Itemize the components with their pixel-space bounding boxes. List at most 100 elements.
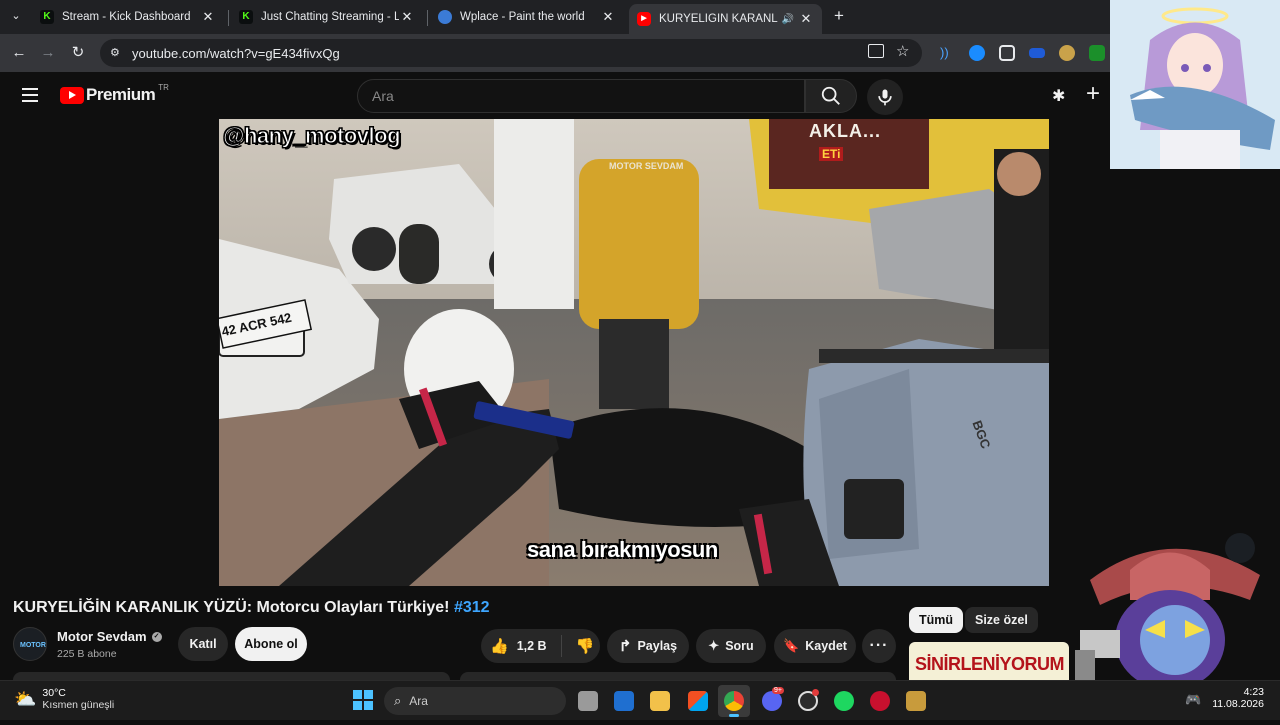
forward-button[interactable]: →: [37, 42, 59, 64]
clock-date: 11.08.2026: [1212, 698, 1264, 710]
tab-kick-dashboard[interactable]: K Stream - Kick Dashboard ✕: [32, 4, 224, 30]
picture-in-picture-extension-icon[interactable]: [999, 45, 1015, 61]
video-frame: [219, 119, 1049, 586]
clock-time: 4:23: [1243, 686, 1264, 698]
subscribe-button[interactable]: Abone ol: [235, 627, 307, 661]
tab-wplace[interactable]: Wplace - Paint the world ✕: [430, 4, 624, 30]
video-title-text: KURYELİĞİN KARANLIK YÜZÜ: Motorcu Olayla…: [13, 599, 454, 616]
weather-description: Kısmen güneşli: [42, 699, 115, 711]
like-dislike-group: 👍 1,2 B 👎: [481, 629, 600, 663]
verified-icon: ✓: [151, 631, 162, 642]
league-client-icon[interactable]: [906, 691, 926, 711]
obs-live-dot: [812, 689, 819, 696]
more-actions-button[interactable]: ···: [862, 629, 896, 663]
weather-temperature: 30°C: [42, 687, 66, 699]
discord-icon[interactable]: [762, 691, 782, 711]
thumbs-up-icon: 👍: [490, 638, 509, 655]
close-icon[interactable]: ✕: [798, 11, 814, 27]
back-button[interactable]: ←: [8, 42, 30, 64]
search-button[interactable]: [805, 79, 857, 113]
tab-divider: [427, 10, 428, 26]
ask-label: Soru: [725, 639, 754, 653]
logo-text: Premium: [86, 85, 156, 104]
windows-taskbar: ⛅ 30°C Kısmen güneşli ⌕ Ara 9+ 🎮 4:23 11…: [0, 680, 1280, 720]
channel-logo-small: [1225, 533, 1255, 563]
chrome-active-indicator: [729, 714, 739, 717]
logo-region: TR: [158, 82, 169, 92]
owl-extension-icon[interactable]: [1059, 45, 1075, 61]
channel-name[interactable]: Motor Sevdam ✓: [57, 629, 162, 644]
new-tab-button[interactable]: +: [830, 6, 848, 26]
globe-icon: [438, 10, 452, 24]
like-divider: [560, 635, 562, 657]
tray-icon[interactable]: 🎮: [1185, 692, 1201, 708]
microsoft-store-icon[interactable]: [688, 691, 708, 711]
kick-icon: K: [40, 10, 54, 24]
share-label: Paylaş: [637, 639, 678, 653]
youtube-header: Premium TR Ara ✱ +: [0, 72, 1110, 120]
tab-kick-live[interactable]: K Just Chatting Streaming - Live S ✕: [231, 4, 423, 30]
close-icon[interactable]: ✕: [200, 9, 216, 25]
thumbnail-text: SİNİRLENİYORUM BA: [915, 654, 1069, 674]
video-subtitle: sana bırakmıyosun: [527, 537, 718, 562]
url-text: youtube.com/watch?v=gE434fivxQg: [132, 45, 340, 61]
microphone-icon: [878, 89, 892, 106]
tab-title: Wplace - Paint the world: [460, 11, 585, 23]
channel-avatar[interactable]: MOTOR: [13, 627, 47, 661]
bookmark-icon: 🔖: [783, 638, 800, 653]
close-icon[interactable]: ✕: [600, 9, 616, 25]
task-view-icon[interactable]: [578, 691, 598, 711]
spotify-icon[interactable]: [834, 691, 854, 711]
join-button[interactable]: Katıl: [178, 627, 228, 661]
weather-widget[interactable]: ⛅ 30°C Kısmen güneşli: [14, 687, 114, 711]
install-app-icon[interactable]: [868, 44, 884, 58]
partly-sunny-icon: ⛅: [14, 688, 37, 709]
subscriber-count: 225 B abone: [57, 648, 117, 660]
search-input[interactable]: Ara: [357, 79, 805, 113]
chrome-icon: [724, 691, 744, 711]
share-button[interactable]: ↱ Paylaş: [607, 629, 689, 663]
like-count: 1,2 B: [516, 639, 547, 653]
channel-name-text: Motor Sevdam: [57, 629, 147, 644]
streamlabs-icon[interactable]: [870, 691, 890, 711]
file-explorer-icon[interactable]: [650, 691, 670, 711]
tab-youtube[interactable]: ▶ KURYELİĞİN KARANLIK YÜZ 🔊 ✕: [629, 4, 822, 34]
comments-box[interactable]: [460, 672, 896, 680]
save-button[interactable]: 🔖 Kaydet: [774, 629, 856, 663]
tab-divider: [228, 10, 229, 26]
thumbs-down-icon: 👎: [575, 638, 595, 655]
reload-button[interactable]: ↻: [67, 42, 89, 64]
like-button[interactable]: 👍 1,2 B: [481, 637, 547, 655]
close-icon[interactable]: ✕: [399, 9, 415, 25]
sponsorblock-extension-icon[interactable]: [1029, 48, 1045, 58]
7tv-extension-icon[interactable]: [1089, 45, 1105, 61]
tab-search-icon[interactable]: ⌄: [8, 9, 24, 25]
outlook-icon[interactable]: [614, 691, 634, 711]
ask-button[interactable]: ✦ Soru: [696, 629, 766, 663]
voice-search-button[interactable]: [867, 79, 903, 115]
start-button[interactable]: [353, 690, 373, 710]
discord-badge: 9+: [772, 687, 784, 694]
search-icon: [821, 86, 840, 105]
recommended-thumbnail[interactable]: SİNİRLENİYORUM BA: [909, 642, 1069, 680]
bookmark-star-icon[interactable]: ☆: [896, 42, 909, 60]
taskbar-search[interactable]: ⌕ Ara: [384, 687, 566, 715]
site-info-icon[interactable]: ⚙: [110, 46, 120, 59]
chrome-taskbar-button[interactable]: [718, 685, 750, 717]
shazam-extension-icon[interactable]: [969, 45, 985, 61]
youtube-logo[interactable]: Premium TR: [60, 82, 169, 105]
hashtag-link[interactable]: #312: [454, 599, 490, 616]
hamburger-menu-icon[interactable]: [22, 88, 38, 102]
read-aloud-extension-icon[interactable]: )): [940, 45, 956, 61]
address-bar[interactable]: ⚙ youtube.com/watch?v=gE434fivxQg ☆: [100, 39, 922, 67]
description-box[interactable]: [13, 672, 450, 680]
speaker-icon[interactable]: 🔊: [782, 14, 794, 25]
dislike-button[interactable]: 👎: [576, 637, 595, 655]
plus-icon[interactable]: +: [1086, 81, 1108, 107]
chip-all[interactable]: Tümü: [909, 607, 964, 633]
system-clock[interactable]: 4:23 11.08.2026: [1210, 686, 1264, 710]
more-horizontal-icon: ···: [869, 637, 889, 654]
create-icon[interactable]: ✱: [1052, 86, 1072, 106]
chip-for-you[interactable]: Size özel: [965, 607, 1038, 633]
video-player[interactable]: 42 ACR 542 AKLA... ETi BGC @hany_motovlo…: [219, 119, 1049, 586]
